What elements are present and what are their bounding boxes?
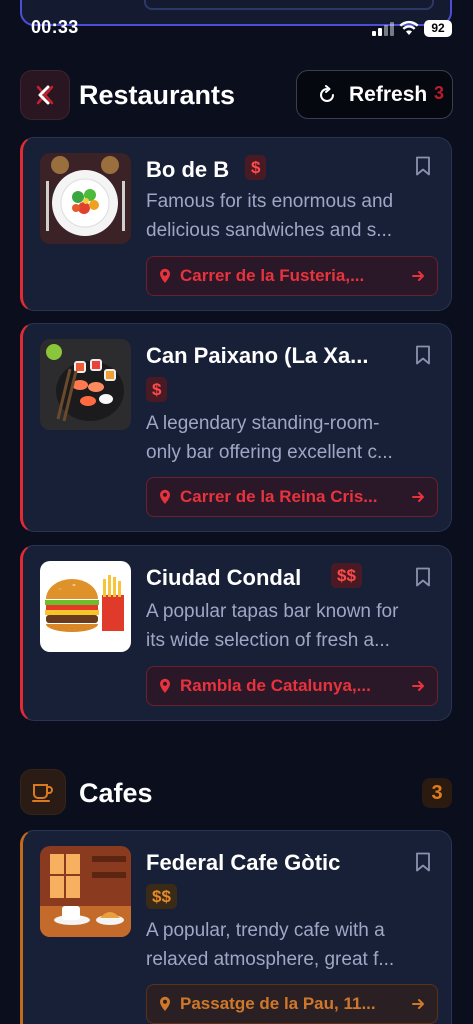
signal-icon bbox=[372, 22, 394, 36]
price-badge: $ bbox=[146, 377, 168, 402]
cafe-card[interactable]: Federal Cafe Gòtic $$ A popular, trendy … bbox=[20, 830, 452, 1024]
location-text: Carrer de la Reina Cris... bbox=[180, 487, 378, 506]
cafe-name: Federal Cafe Gòtic bbox=[146, 850, 341, 875]
restaurant-card[interactable]: Can Paixano (La Xa... $ A legendary stan… bbox=[20, 323, 452, 532]
restaurant-name: Bo de B bbox=[146, 157, 230, 182]
restaurants-section-header: Restaurants 3 Refresh bbox=[20, 70, 453, 120]
section-title-restaurants: Restaurants bbox=[79, 80, 236, 110]
battery-indicator: 92 bbox=[424, 20, 452, 37]
cafes-icon-box bbox=[20, 769, 66, 815]
bookmark-icon[interactable] bbox=[415, 567, 431, 587]
location-button[interactable]: Carrer de la Reina Cris... bbox=[146, 477, 438, 517]
arrow-right-icon bbox=[412, 492, 424, 502]
description-line-2: only bar offering excellent c... bbox=[146, 442, 393, 463]
bookmark-icon[interactable] bbox=[415, 345, 431, 365]
map-pin-icon bbox=[160, 678, 170, 693]
status-time: 00:33 bbox=[31, 17, 79, 37]
price-badge: $$ bbox=[331, 563, 362, 588]
refresh-icon bbox=[320, 84, 334, 102]
cafes-count-badge: 3 bbox=[422, 778, 452, 808]
description-line-2: delicious sandwiches and s... bbox=[146, 220, 393, 241]
bookmark-icon[interactable] bbox=[415, 852, 431, 872]
cafes-section-header: Cafes 3 bbox=[20, 769, 452, 819]
location-button[interactable]: Passatge de la Pau, 11... bbox=[146, 984, 438, 1024]
burger-fries-icon bbox=[40, 561, 131, 652]
description-line-2: relaxed atmosphere, great f... bbox=[146, 949, 395, 970]
map-pin-icon bbox=[160, 268, 170, 283]
restaurant-name: Can Paixano (La Xa... bbox=[146, 343, 369, 368]
location-button[interactable]: Carrer de la Fusteria,... bbox=[146, 256, 438, 296]
arrow-right-icon bbox=[412, 681, 424, 691]
section-title-cafes: Cafes bbox=[79, 778, 153, 808]
location-button[interactable]: Rambla de Catalunya,... bbox=[146, 666, 438, 706]
wifi-icon bbox=[399, 20, 419, 35]
restaurant-name: Ciudad Condal bbox=[146, 565, 302, 590]
restaurants-count-badge: 3 bbox=[433, 83, 444, 103]
coffee-cup-icon bbox=[32, 784, 53, 802]
location-text: Carrer de la Fusteria,... bbox=[180, 266, 365, 285]
arrow-right-icon bbox=[412, 271, 424, 281]
back-button[interactable] bbox=[20, 70, 70, 120]
restaurant-card[interactable]: Ciudad Condal $$ A popular tapas bar kno… bbox=[20, 545, 452, 721]
description-line-1: A popular, trendy cafe with a bbox=[146, 920, 385, 941]
map-pin-icon bbox=[160, 996, 170, 1011]
status-bar: 00:33 92 bbox=[0, 14, 473, 44]
refresh-label: Refresh bbox=[349, 82, 428, 106]
description-line-1: Famous for its enormous and bbox=[146, 191, 394, 212]
cafe-interior-icon bbox=[40, 846, 131, 937]
salad-plate-icon bbox=[40, 153, 131, 244]
description-line-1: A popular tapas bar known for bbox=[146, 601, 399, 622]
sushi-platter-icon bbox=[40, 339, 131, 430]
map-pin-icon bbox=[160, 489, 170, 504]
utensils-crossed-icon bbox=[36, 85, 54, 105]
app-screen: 00:33 92 Restaurants 3 Refresh Bo de B $… bbox=[0, 0, 473, 1024]
arrow-right-icon bbox=[412, 999, 424, 1009]
refresh-button[interactable]: 3 Refresh bbox=[296, 70, 453, 119]
bookmark-icon[interactable] bbox=[415, 156, 431, 176]
description-line-1: A legendary standing-room- bbox=[146, 413, 380, 434]
description-line-2: its wide selection of fresh a... bbox=[146, 630, 390, 651]
restaurant-card[interactable]: Bo de B $ Famous for its enormous and de… bbox=[20, 137, 452, 311]
price-badge: $$ bbox=[146, 884, 177, 909]
location-text: Rambla de Catalunya,... bbox=[180, 676, 371, 695]
location-text: Passatge de la Pau, 11... bbox=[180, 994, 376, 1013]
price-badge: $ bbox=[245, 155, 267, 180]
